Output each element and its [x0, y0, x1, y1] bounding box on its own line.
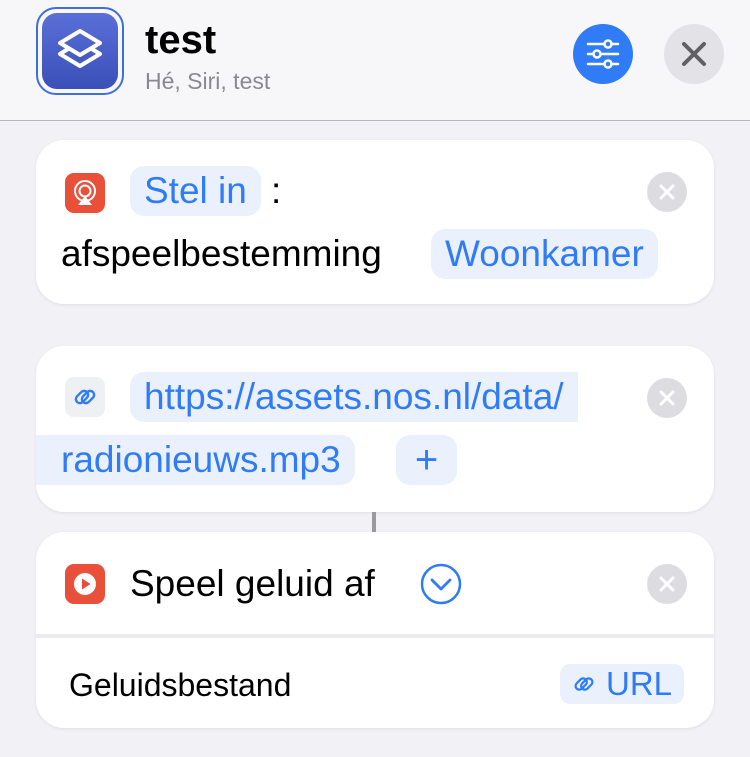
action-connector [372, 512, 376, 532]
remove-action-button[interactable] [647, 378, 687, 418]
link-icon [574, 677, 594, 691]
colon-separator: : [271, 170, 282, 211]
play-icon [65, 564, 105, 604]
action-title: Speel geluid af [130, 563, 375, 604]
close-icon [682, 42, 706, 66]
destination-value-token[interactable]: Woonkamer [431, 229, 658, 279]
airplay-icon [65, 173, 105, 213]
shortcut-title[interactable]: test [145, 18, 216, 63]
remove-action-button[interactable] [647, 564, 687, 604]
siri-phrase: Hé, Siri, test [145, 68, 271, 94]
shortcut-icon-button[interactable] [36, 7, 124, 95]
sound-file-parameter-token[interactable]: URL [560, 664, 685, 704]
url-token-line1[interactable]: https://assets.nos.nl/data/ [130, 372, 578, 422]
parameter-label: Geluidsbestand [69, 667, 292, 703]
settings-button[interactable] [573, 24, 633, 84]
action-set-playback-destination[interactable]: Stel in : afspeelbestemming Woonkamer [36, 140, 714, 304]
add-variable-button[interactable]: + [396, 435, 457, 485]
close-icon [659, 576, 675, 592]
action-verb-token[interactable]: Stel in [130, 166, 261, 216]
parameter-value: URL [606, 665, 673, 702]
remove-action-button[interactable] [647, 172, 687, 212]
link-icon [65, 377, 105, 417]
action-play-sound[interactable]: Speel geluid af Geluidsbestand URL [36, 532, 714, 728]
url-token-line2[interactable]: radionieuws.mp3 [36, 435, 355, 485]
sliders-icon [586, 39, 620, 69]
divider [36, 634, 714, 638]
parameter-label: afspeelbestemming [61, 233, 382, 274]
chevron-down-circle-icon[interactable] [420, 563, 462, 610]
action-url[interactable]: https://assets.nos.nl/data/ radionieuws.… [36, 346, 714, 512]
header: test Hé, Siri, test [0, 0, 750, 121]
close-button[interactable] [664, 24, 724, 84]
close-icon [659, 390, 675, 406]
shortcuts-icon [42, 13, 118, 89]
close-icon [659, 184, 675, 200]
